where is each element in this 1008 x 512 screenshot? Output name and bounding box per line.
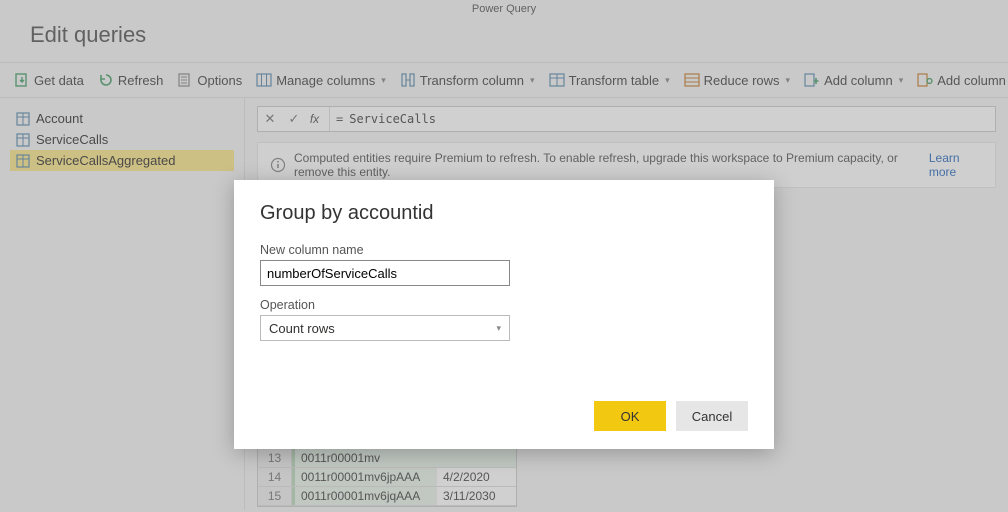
chevron-down-icon: ▾ <box>496 323 501 334</box>
operation-value: Count rows <box>269 321 335 336</box>
operation-select[interactable]: Count rows ▾ <box>260 315 510 341</box>
modal-overlay: Group by accountid New column name Opera… <box>0 0 1008 512</box>
ok-button[interactable]: OK <box>594 401 666 431</box>
new-column-name-input[interactable] <box>260 260 510 286</box>
dialog-title: Group by accountid <box>260 202 748 225</box>
new-column-name-label: New column name <box>260 243 748 257</box>
operation-label: Operation <box>260 298 748 312</box>
cancel-button[interactable]: Cancel <box>676 401 748 431</box>
group-by-dialog: Group by accountid New column name Opera… <box>234 180 774 449</box>
